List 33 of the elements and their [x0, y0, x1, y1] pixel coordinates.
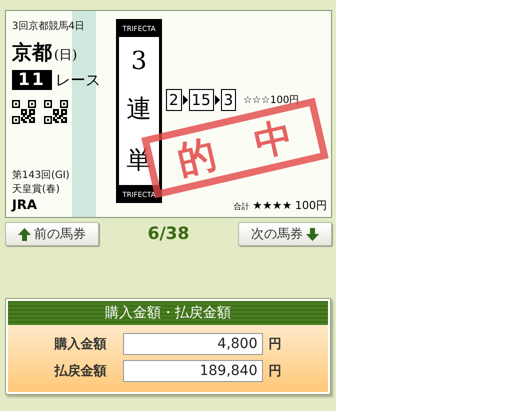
amount-label: 購入金額 [54, 336, 108, 353]
race-info-text: 第143回(GI) [12, 169, 71, 182]
meeting-text: 3回京都競馬4日 [12, 20, 86, 33]
bet-type-char: 3 [131, 46, 147, 75]
unit-text: 円 [268, 336, 282, 353]
qr-code-icon [12, 100, 36, 124]
venue-text: 京都 [12, 39, 52, 66]
previous-ticket-button[interactable]: 前の馬券 [5, 222, 99, 246]
bet-type-char: 連 [126, 93, 152, 126]
amount-field[interactable]: 4,800 [122, 333, 262, 355]
total-label: 合計 [234, 201, 250, 212]
horse-number: 2 [166, 89, 182, 111]
total-stars-text: ★★★★ [252, 199, 292, 212]
race-label: レース [56, 70, 101, 90]
day-text: (日) [54, 47, 78, 64]
unit-text: 円 [268, 363, 282, 380]
race-info-text: 天皇賞(春) [12, 182, 61, 196]
total-amount: 100円 [295, 198, 327, 213]
issuer-text: JRA [12, 198, 38, 213]
stamp-text: 的 中 [172, 110, 298, 184]
panel-title: 購入金額・払戻金額 [8, 301, 328, 325]
race-number: 11 [12, 70, 52, 90]
qr-code-icon [44, 100, 68, 124]
amount-label: 払戻金額 [54, 362, 108, 380]
horse-number: 3 [220, 89, 236, 111]
next-ticket-button[interactable]: 次の馬券 [238, 222, 332, 246]
down-arrow-icon [306, 228, 319, 240]
up-arrow-icon [18, 228, 31, 240]
arrow-icon [214, 95, 220, 105]
ticket-counter: 6/38 [148, 224, 190, 244]
arrow-icon [182, 95, 188, 105]
horse-number: 15 [188, 89, 214, 111]
amount-field[interactable]: 189,840 [122, 360, 262, 382]
